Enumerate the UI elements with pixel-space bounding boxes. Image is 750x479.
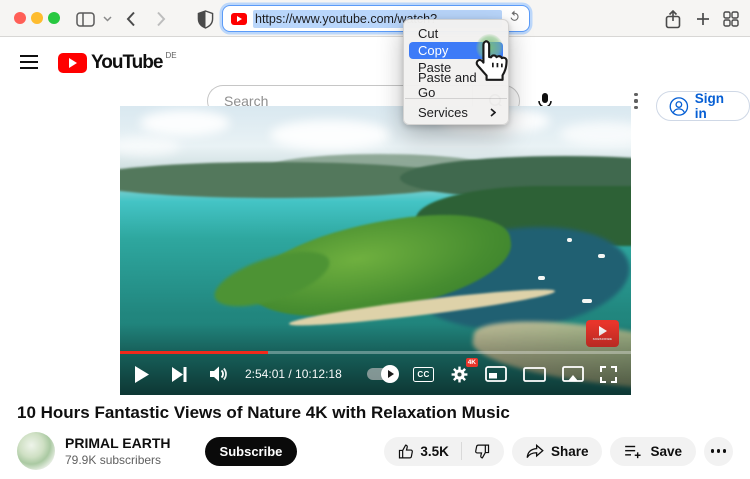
menu-item-services[interactable]: Services <box>404 104 508 121</box>
save-playlist-icon <box>624 444 643 459</box>
region-badge: DE <box>165 51 176 60</box>
dislike-button[interactable] <box>462 443 504 460</box>
save-button[interactable]: Save <box>610 437 696 466</box>
share-button[interactable]: Share <box>512 437 603 466</box>
play-icon[interactable] <box>134 366 149 383</box>
channel-row: PRIMAL EARTH 79.9K subscribers Subscribe… <box>17 430 733 472</box>
player-controls: 2:54:01 / 10:12:18 CC 4K <box>120 356 631 392</box>
reload-icon[interactable] <box>508 10 521 28</box>
youtube-logo[interactable]: YouTube DE <box>58 52 177 74</box>
quality-badge: 4K <box>466 358 478 367</box>
autoplay-toggle[interactable] <box>367 368 397 380</box>
youtube-header: YouTube DE Sign in <box>0 38 750 88</box>
person-icon <box>669 96 689 117</box>
tab-overview-icon[interactable] <box>720 9 742 29</box>
time-display: 2:54:01 / 10:12:18 <box>245 367 342 381</box>
captions-button[interactable]: CC <box>413 367 434 382</box>
like-button[interactable]: 3.5K <box>384 443 461 460</box>
youtube-favicon <box>231 13 247 25</box>
minimize-window-button[interactable] <box>31 12 43 24</box>
chevron-down-icon[interactable] <box>100 9 114 29</box>
channel-avatar[interactable] <box>17 432 55 470</box>
share-label: Share <box>551 444 589 459</box>
progress-fill <box>120 351 268 355</box>
subscribe-button[interactable]: Subscribe <box>205 437 298 466</box>
hand-cursor-icon <box>472 38 512 89</box>
share-arrow-icon <box>526 444 544 459</box>
volume-icon[interactable] <box>210 366 229 382</box>
video-title: 10 Hours Fantastic Views of Nature 4K wi… <box>17 403 717 423</box>
subscriber-count: 79.9K subscribers <box>65 453 171 467</box>
menu-hamburger-icon[interactable] <box>20 55 38 69</box>
progress-bar[interactable] <box>120 351 631 355</box>
channel-name[interactable]: PRIMAL EARTH <box>65 435 171 451</box>
video-player[interactable]: SUBSCRIBE 2:54:01 / 10:12:18 CC <box>120 106 631 395</box>
like-count: 3.5K <box>420 444 449 459</box>
save-label: Save <box>650 444 682 459</box>
submenu-chevron-icon <box>490 105 496 120</box>
sidebar-icon[interactable] <box>74 9 96 29</box>
like-dislike-pill: 3.5K <box>384 437 504 466</box>
fullscreen-icon[interactable] <box>600 366 617 383</box>
share-page-icon[interactable] <box>662 9 684 29</box>
sign-in-button[interactable]: Sign in <box>656 91 750 121</box>
next-icon[interactable] <box>172 367 187 382</box>
privacy-shield-icon[interactable] <box>194 9 216 29</box>
browser-toolbar: https://www.youtube.com/watch? <box>0 0 750 37</box>
youtube-play-icon <box>58 53 87 73</box>
more-actions-button[interactable] <box>704 437 733 466</box>
forward-icon[interactable] <box>150 9 172 29</box>
back-icon[interactable] <box>120 9 142 29</box>
theater-mode-icon[interactable] <box>523 367 546 382</box>
new-tab-icon[interactable] <box>692 9 714 29</box>
close-window-button[interactable] <box>14 12 26 24</box>
zoom-window-button[interactable] <box>48 12 60 24</box>
services-label: Services <box>418 105 468 120</box>
sign-in-label: Sign in <box>695 91 737 121</box>
thumb-up-icon <box>397 443 414 460</box>
browser-window: https://www.youtube.com/watch? YouTube D… <box>0 0 750 479</box>
thumb-down-icon <box>474 443 491 460</box>
cast-icon[interactable] <box>562 366 584 383</box>
miniplayer-icon[interactable] <box>485 366 507 382</box>
youtube-logo-text: YouTube <box>91 52 162 74</box>
settings-gear-icon[interactable]: 4K <box>450 365 469 384</box>
